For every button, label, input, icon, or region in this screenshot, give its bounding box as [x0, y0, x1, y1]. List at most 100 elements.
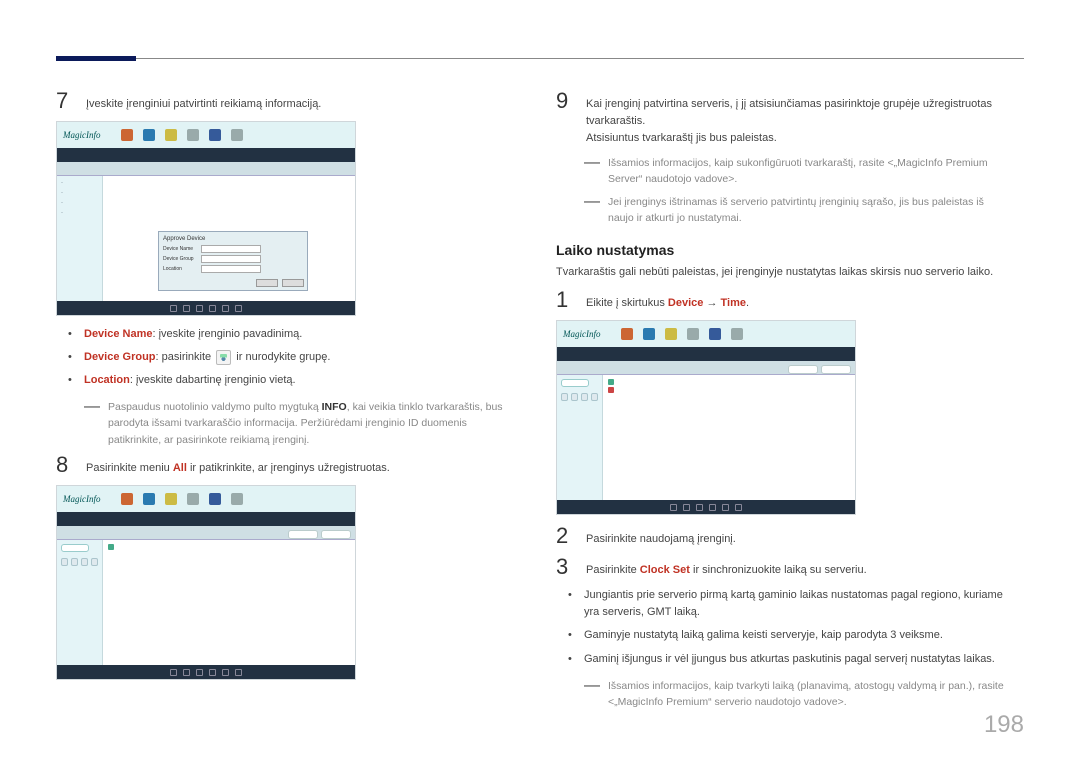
ss-topband: MagicInfo — [57, 486, 355, 512]
ss-toolbar — [557, 361, 855, 375]
label-device-group: Device Group — [84, 351, 156, 363]
step-2: 2 Pasirinkite naudojamą įrenginį. — [556, 525, 1011, 548]
ss-body — [57, 540, 355, 665]
dlg-label-location: Location — [163, 266, 197, 272]
right-column: 9 Kai įrenginį patvirtina serveris, į jį… — [556, 90, 1011, 716]
left-column: 7 Įveskite įrenginiui patvirtinti reikia… — [56, 90, 511, 690]
ss-main: Approve Device Device Name Device Group … — [103, 176, 355, 301]
note-time-manage: ― Išsamios informacijos, kaip tvarkyti l… — [556, 678, 1011, 711]
bullet-change-on-server: Gaminyje nustatytą laiką galima keisti s… — [574, 627, 1011, 644]
ss-topband: MagicInfo — [57, 122, 355, 148]
ss-logo: MagicInfo — [563, 329, 601, 339]
header-rule — [56, 58, 1024, 59]
ss-darkbar — [57, 148, 355, 162]
text-device-group-pre: : pasirinkite — [156, 351, 215, 363]
ss-toolbar — [57, 526, 355, 540]
label-device-name: Device Name — [84, 328, 153, 340]
time-intro: Tvarkaraštis gali nebūti paleistas, jei … — [556, 264, 1011, 281]
ss-footer — [57, 665, 355, 679]
bullet-device-name: Device Name: įveskite įrenginio pavadini… — [74, 326, 511, 343]
note-device-removed: ― Jei įrenginys ištrinamas iš serverio p… — [556, 194, 1011, 227]
ss-sidebar: ···· — [57, 176, 103, 301]
step-number: 1 — [556, 289, 574, 311]
dlg-label-name: Device Name — [163, 246, 197, 252]
screenshot-device-time: MagicInfo — [556, 320, 856, 515]
step7-bullets: Device Name: įveskite įrenginio pavadini… — [56, 326, 511, 389]
ss-body: ···· Approve Device Device Name Device G… — [57, 176, 355, 301]
ss-logo: MagicInfo — [63, 494, 101, 504]
dash-icon: ― — [584, 194, 600, 227]
note-text: Išsamios informacijos, kaip sukonfigūruo… — [608, 155, 1011, 188]
step-text: Pasirinkite meniu All ir patikrinkite, a… — [86, 454, 390, 477]
ss-darkbar — [57, 512, 355, 526]
step-number: 3 — [556, 556, 574, 578]
side-chip[interactable] — [61, 544, 89, 552]
step-text: Pasirinkite naudojamą įrenginį. — [586, 525, 736, 548]
approve-dialog: Approve Device Device Name Device Group … — [158, 231, 308, 291]
screenshot-approve-dialog: MagicInfo ···· Approve Device Device Nam… — [56, 121, 356, 316]
bullet-gmt: Jungiantis prie serverio pirmą kartą gam… — [574, 587, 1011, 621]
text-location: : įveskite dabartinę įrenginio vietą. — [130, 374, 296, 386]
step-number: 2 — [556, 525, 574, 547]
step-text: Kai įrenginį patvirtina serveris, į jį a… — [586, 90, 1011, 147]
ss-topband: MagicInfo — [557, 321, 855, 347]
group-picker-icon[interactable] — [216, 350, 231, 365]
header-accent — [56, 56, 136, 61]
step-8: 8 Pasirinkite meniu All ir patikrinkite,… — [56, 454, 511, 477]
note-text: Jei įrenginys ištrinamas iš serverio pat… — [608, 194, 1011, 227]
dlg-label-group: Device Group — [163, 256, 197, 262]
bullet-restore-last: Gaminį išjungus ir vėl įjungus bus atkur… — [574, 651, 1011, 668]
ss-top-icons — [121, 129, 243, 141]
bullet-location: Location: įveskite dabartinę įrenginio v… — [74, 372, 511, 389]
heading-time-setting: Laiko nustatymas — [556, 242, 1011, 258]
pill-a[interactable] — [788, 365, 818, 374]
dlg-ok-button[interactable] — [256, 279, 278, 287]
ss-footer — [57, 301, 355, 315]
pill-b[interactable] — [321, 530, 351, 539]
note-text: Išsamios informacijos, kaip tvarkyti lai… — [608, 678, 1011, 711]
ss-search-pills — [788, 365, 851, 374]
pill-b[interactable] — [821, 365, 851, 374]
step-text: Eikite į skirtukus Device → Time. — [586, 289, 749, 312]
step-text: Pasirinkite Clock Set ir sinchronizuokit… — [586, 556, 867, 579]
ss-main — [103, 540, 355, 665]
screenshot-all-list: MagicInfo — [56, 485, 356, 680]
text-device-name: : įveskite įrenginio pavadinimą. — [153, 328, 303, 340]
step-9: 9 Kai įrenginį patvirtina serveris, į jį… — [556, 90, 1011, 147]
step-number: 9 — [556, 90, 574, 112]
pill-a[interactable] — [288, 530, 318, 539]
dlg-cancel-button[interactable] — [282, 279, 304, 287]
side-mini-icons — [61, 558, 98, 566]
ss-darkbar — [557, 347, 855, 361]
step-7: 7 Įveskite įrenginiui patvirtinti reikia… — [56, 90, 511, 113]
label-location: Location — [84, 374, 130, 386]
step-number: 7 — [56, 90, 74, 112]
ss-top-icons — [621, 328, 743, 340]
dialog-title: Approve Device — [163, 236, 303, 242]
side-mini-icons — [561, 393, 598, 401]
page-number: 198 — [984, 711, 1024, 739]
ss-main — [603, 375, 855, 500]
dlg-input-group[interactable] — [201, 255, 261, 263]
ss-logo: MagicInfo — [63, 130, 101, 140]
bullet-device-group: Device Group: pasirinkite ir nurodykite … — [74, 349, 511, 366]
note-schedule-config: ― Išsamios informacijos, kaip sukonfigūr… — [556, 155, 1011, 188]
side-chip[interactable] — [561, 379, 589, 387]
dash-icon: ― — [84, 399, 100, 448]
ss-footer — [557, 500, 855, 514]
ss-top-icons — [121, 493, 243, 505]
dash-icon: ― — [584, 155, 600, 188]
dlg-input-location[interactable] — [201, 265, 261, 273]
step-3: 3 Pasirinkite Clock Set ir sinchronizuok… — [556, 556, 1011, 579]
step-text: Įveskite įrenginiui patvirtinti reikiamą… — [86, 90, 321, 113]
step-1: 1 Eikite į skirtukus Device → Time. — [556, 289, 1011, 312]
dash-icon: ― — [584, 678, 600, 711]
ss-toolbar — [57, 162, 355, 176]
text-device-group-post: ir nurodykite grupę. — [233, 351, 330, 363]
dlg-input-name[interactable] — [201, 245, 261, 253]
note-text: Paspaudus nuotolinio valdymo pulto mygtu… — [108, 399, 511, 448]
step-number: 8 — [56, 454, 74, 476]
ss-body — [557, 375, 855, 500]
time-bullets: Jungiantis prie serverio pirmą kartą gam… — [556, 587, 1011, 667]
ss-sidebar — [557, 375, 603, 500]
